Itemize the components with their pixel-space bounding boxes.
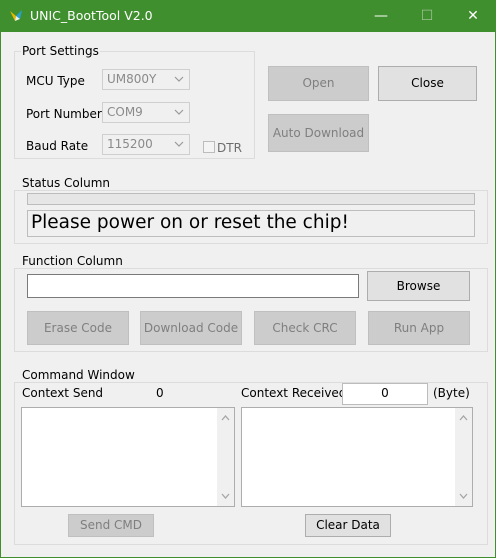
baud-rate-value: 115200: [107, 137, 153, 151]
mcu-type-label: MCU Type: [26, 74, 85, 88]
window-title: UNIC_BootTool V2.0: [30, 8, 153, 23]
scroll-up-arrow-icon[interactable]: [221, 415, 230, 421]
status-column-title: Status Column: [21, 176, 112, 190]
command-window-title: Command Window: [21, 368, 136, 382]
context-received-label: Context Received: [241, 386, 347, 400]
dtr-checkbox[interactable]: [203, 141, 215, 153]
send-cmd-button[interactable]: Send CMD: [68, 514, 154, 537]
mcu-type-value: UM800Y: [107, 72, 157, 86]
context-received-count-box: 0: [342, 383, 428, 405]
close-port-button[interactable]: Close: [378, 66, 477, 101]
context-received-count: 0: [381, 386, 389, 400]
scroll-up-arrow-icon[interactable]: [459, 415, 468, 421]
port-settings-title: Port Settings: [21, 44, 100, 58]
chevron-down-icon: [174, 109, 184, 115]
send-text-area[interactable]: [21, 407, 235, 507]
baud-rate-select[interactable]: 115200: [102, 134, 190, 155]
clear-data-button[interactable]: Clear Data: [305, 514, 391, 537]
chevron-down-icon: [174, 141, 184, 147]
received-text-area[interactable]: [241, 407, 473, 507]
function-column-title: Function Column: [21, 254, 124, 268]
byte-unit-label: (Byte): [433, 386, 470, 400]
check-crc-button[interactable]: Check CRC: [254, 311, 356, 345]
mcu-type-select[interactable]: UM800Y: [102, 69, 190, 90]
download-code-button[interactable]: Download Code: [140, 311, 242, 345]
dtr-label: DTR: [217, 141, 242, 155]
port-number-select[interactable]: COM9: [102, 102, 190, 123]
scroll-down-arrow-icon[interactable]: [459, 493, 468, 499]
minimize-button[interactable]: —: [358, 0, 404, 32]
baud-rate-label: Baud Rate: [26, 139, 89, 153]
port-number-value: COM9: [107, 105, 143, 119]
run-app-button[interactable]: Run App: [368, 311, 470, 345]
title-bar[interactable]: UNIC_BootTool V2.0 — ☐ ✕: [0, 0, 496, 32]
send-scrollbar[interactable]: [217, 408, 234, 506]
file-path-input[interactable]: [27, 274, 359, 298]
auto-download-button[interactable]: Auto Download: [268, 114, 369, 152]
maximize-button[interactable]: ☐: [404, 0, 450, 32]
erase-code-button[interactable]: Erase Code: [27, 311, 129, 345]
browse-button[interactable]: Browse: [367, 271, 470, 301]
close-window-button[interactable]: ✕: [450, 0, 496, 32]
open-button[interactable]: Open: [268, 66, 369, 101]
received-scrollbar[interactable]: [455, 408, 472, 506]
chevron-down-icon: [174, 76, 184, 82]
scroll-down-arrow-icon[interactable]: [221, 493, 230, 499]
context-send-count: 0: [156, 386, 164, 400]
context-send-label: Context Send: [22, 386, 104, 400]
app-window: UNIC_BootTool V2.0 — ☐ ✕ Port Settings M…: [0, 0, 496, 558]
port-number-label: Port Number: [26, 107, 102, 121]
status-message-box: Please power on or reset the chip!: [27, 210, 475, 237]
unic-logo-icon: [10, 10, 22, 21]
progress-bar: [27, 193, 475, 205]
client-area: Port Settings MCU Type UM800Y Port Numbe…: [1, 32, 495, 557]
status-message: Please power on or reset the chip!: [31, 212, 349, 233]
